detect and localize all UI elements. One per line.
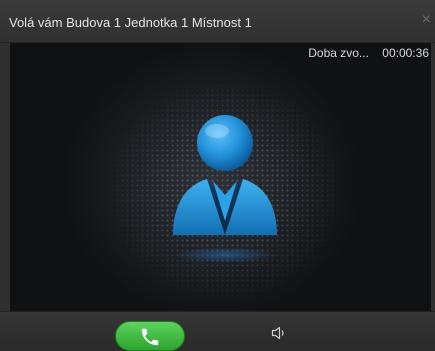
window-title: Volá vám Budova 1 Jednotka 1 Místnost 1 xyxy=(9,15,252,30)
video-area: Doba zvo... 00:00:36 xyxy=(10,43,431,311)
call-duration: Doba zvo... 00:00:36 xyxy=(308,46,429,60)
title-bar: Volá vám Budova 1 Jednotka 1 Místnost 1 … xyxy=(0,0,435,43)
speaker-icon[interactable] xyxy=(271,326,287,340)
person-icon xyxy=(173,115,277,263)
close-icon[interactable]: × xyxy=(422,12,431,28)
call-duration-label: Doba zvo... xyxy=(308,46,369,60)
phone-icon xyxy=(141,328,159,346)
call-toolbar xyxy=(0,311,435,351)
call-duration-value: 00:00:36 xyxy=(382,46,429,60)
incoming-call-window: Volá vám Budova 1 Jednotka 1 Místnost 1 … xyxy=(0,0,435,351)
